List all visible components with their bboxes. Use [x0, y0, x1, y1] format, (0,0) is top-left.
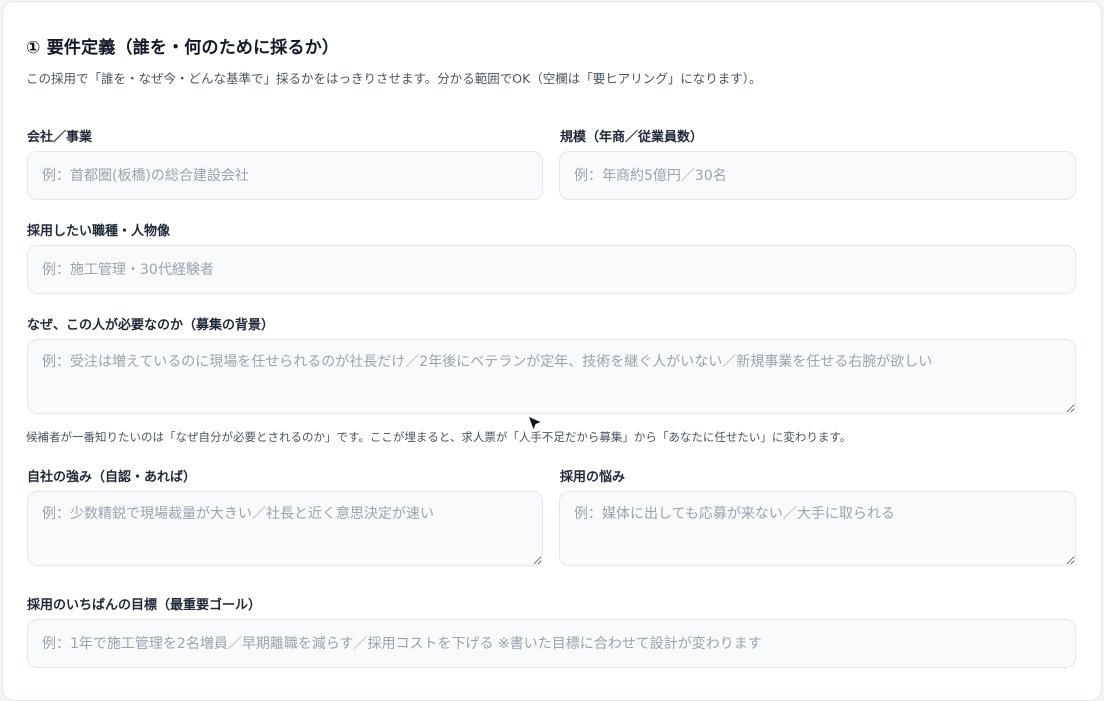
concerns-textarea[interactable] [559, 491, 1076, 566]
company-input[interactable] [27, 151, 543, 200]
background-hint: 候補者が一番知りたいのは「なぜ自分が必要とされるのか」です。ここが埋まると、求人… [26, 430, 852, 444]
background-label: なぜ、この人が必要なのか（募集の背景） [27, 318, 275, 333]
background-textarea[interactable] [27, 339, 1076, 414]
goal-input[interactable] [27, 619, 1076, 668]
goal-label: 採用のいちばんの目標（最重要ゴール） [27, 598, 262, 613]
scale-label: 規模（年商／従業員数） [560, 130, 704, 145]
role-input[interactable] [27, 245, 1076, 294]
scale-input[interactable] [559, 151, 1076, 200]
section-description: この採用で「誰を・なぜ今・どんな基準で」採るかをはっきりさせます。分かる範囲でO… [26, 71, 762, 86]
role-label: 採用したい職種・人物像 [27, 224, 171, 239]
mouse-pointer-icon [527, 415, 543, 432]
concerns-label: 採用の悩み [560, 470, 626, 485]
section-title: ① 要件定義（誰を・何のために採るか） [26, 38, 340, 58]
company-label: 会社／事業 [27, 130, 93, 145]
strengths-label: 自社の強み（自認・あれば） [27, 470, 197, 485]
strengths-textarea[interactable] [27, 491, 543, 566]
